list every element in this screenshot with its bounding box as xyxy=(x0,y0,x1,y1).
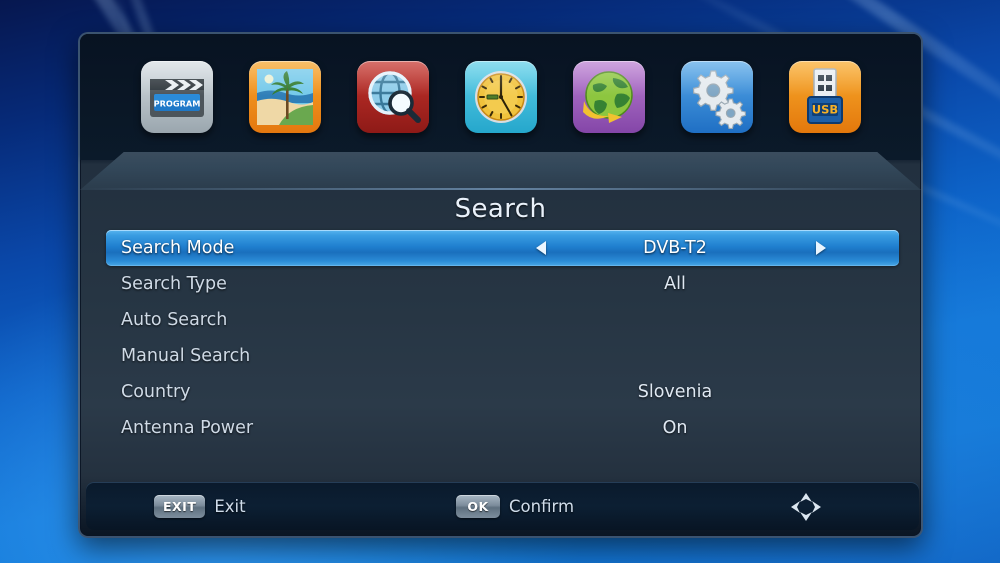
time-icon[interactable] xyxy=(464,61,537,133)
menu-row-search-mode[interactable]: Search Mode DVB-T2 xyxy=(106,230,899,266)
settings-menu-list: Search Mode DVB-T2 Search Type All Auto … xyxy=(106,230,899,446)
usb-icon[interactable]: USB xyxy=(788,61,861,133)
usb-icon-badge-text: USB xyxy=(811,103,837,117)
exit-hint[interactable]: EXIT Exit xyxy=(154,482,246,530)
menu-row-label: Country xyxy=(121,382,191,402)
right-arrow-icon[interactable] xyxy=(816,241,826,255)
menu-row-search-type[interactable]: Search Type All xyxy=(106,266,899,302)
menu-row-label: Search Mode xyxy=(121,238,235,258)
confirm-hint[interactable]: OK Confirm xyxy=(456,482,574,530)
picture-icon[interactable] xyxy=(248,61,321,133)
navigation-arrows-icon xyxy=(786,491,826,523)
menu-row-label: Antenna Power xyxy=(121,418,254,438)
menu-row-label: Auto Search xyxy=(121,310,228,330)
exit-key-button[interactable]: EXIT xyxy=(154,494,206,518)
page-title: Search xyxy=(454,194,547,224)
network-icon[interactable] xyxy=(572,61,645,133)
exit-hint-label: Exit xyxy=(214,496,246,516)
menu-row-value: Slovenia xyxy=(637,382,713,402)
bottom-hint-bar: EXIT Exit OK Confirm xyxy=(86,482,919,530)
menu-row-auto-search[interactable]: Auto Search xyxy=(106,302,899,338)
menu-row-label: Search Type xyxy=(121,274,227,294)
search-icon[interactable] xyxy=(356,61,429,133)
search-menu-dialog: PROGRAM USB Search Search Mode DVB-T2 Se… xyxy=(78,32,923,538)
program-icon-badge-text: PROGRAM xyxy=(153,99,200,109)
menu-row-antenna-power[interactable]: Antenna Power On xyxy=(106,410,899,446)
program-icon[interactable]: PROGRAM xyxy=(140,61,213,133)
menu-row-manual-search[interactable]: Manual Search xyxy=(106,338,899,374)
setup-icon[interactable] xyxy=(680,61,753,133)
menu-row-country[interactable]: Country Slovenia xyxy=(106,374,899,410)
left-arrow-icon[interactable] xyxy=(536,241,546,255)
confirm-hint-label: Confirm xyxy=(509,496,575,516)
ok-key-button[interactable]: OK xyxy=(456,494,500,518)
main-menu-icon-bar: PROGRAM USB xyxy=(80,34,921,160)
icon-shelf-divider xyxy=(80,188,921,190)
desktop-background: PROGRAM USB Search Search Mode DVB-T2 Se… xyxy=(0,0,1000,563)
menu-row-label: Manual Search xyxy=(121,346,251,366)
